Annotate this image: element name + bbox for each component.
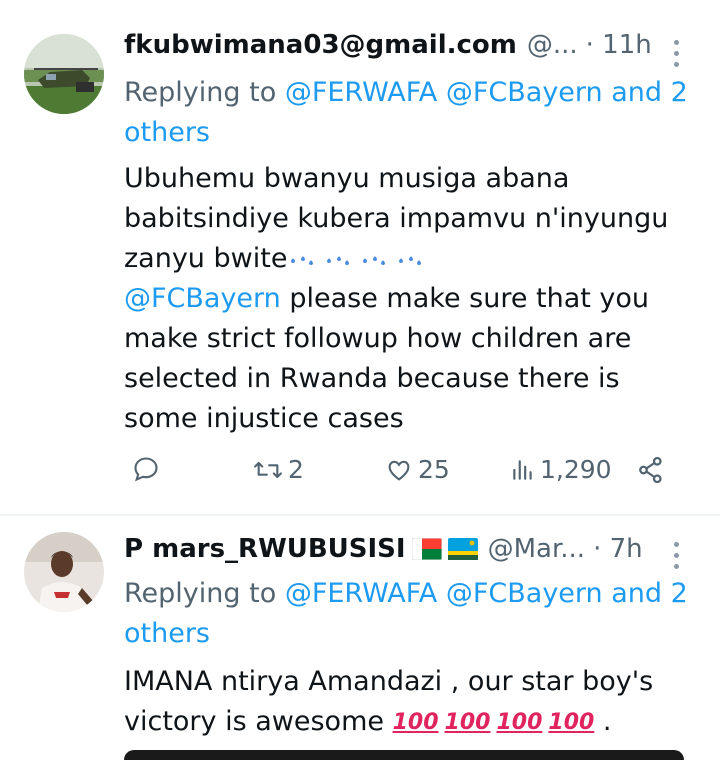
views-icon: [513, 459, 532, 480]
hundred-points-emoji: 100: [444, 709, 491, 735]
reply-icon: [134, 457, 158, 482]
hundred-points-emoji: 100: [548, 709, 595, 735]
tweet[interactable]: fkubwimana03@gmail.com @... · 11h Replyi…: [0, 0, 720, 514]
hundred-points-emoji: 100: [496, 709, 543, 735]
share-icon: [639, 456, 662, 484]
display-name[interactable]: P mars_RWUBUSISI: [124, 534, 406, 564]
views-button[interactable]: 1,290: [510, 455, 612, 484]
like-icon: [388, 460, 410, 481]
display-name[interactable]: fkubwimana03@gmail.com: [124, 30, 517, 60]
timestamp[interactable]: · 7h: [593, 534, 643, 564]
retweet-icon: [254, 461, 282, 478]
tweet-header: P mars_RWUBUSISI @Mar... · 7h: [124, 534, 643, 564]
view-count: 1,290: [540, 455, 612, 484]
tweet-actions: 2 25 1,290: [124, 455, 684, 499]
avatar[interactable]: [24, 532, 104, 612]
like-count: 25: [418, 455, 450, 484]
more-options-icon[interactable]: [674, 542, 682, 569]
retweet-button[interactable]: 2: [252, 455, 304, 484]
tweet[interactable]: P mars_RWUBUSISI @Mar... · 7h Replying t…: [0, 516, 720, 755]
sweat-drops-emoji: [287, 251, 423, 269]
user-handle[interactable]: @...: [527, 30, 578, 60]
replying-prefix: Replying to: [124, 77, 285, 108]
mention-link[interactable]: @FCBayern: [124, 283, 281, 314]
replying-prefix: Replying to: [124, 578, 285, 609]
retweet-count: 2: [288, 455, 304, 484]
replying-to: Replying to @FERWAFA @FCBayern and 2 oth…: [124, 73, 694, 153]
share-button[interactable]: [636, 455, 666, 485]
timestamp[interactable]: · 11h: [586, 30, 652, 60]
avatar[interactable]: [24, 34, 104, 114]
hundred-points-emoji: 100: [392, 709, 439, 735]
tweet-text: Ubuhemu bwanyu musiga abana babitsindiye…: [124, 159, 694, 439]
tweet-text-end: .: [594, 706, 612, 737]
reply-button[interactable]: [132, 455, 164, 483]
replying-to: Replying to @FERWAFA @FCBayern and 2 oth…: [124, 574, 694, 654]
profile-photo-avatar: [24, 532, 104, 612]
more-options-icon[interactable]: [674, 40, 682, 67]
hundred-points-emoji: 100 100 100 100: [393, 703, 595, 743]
helicopter-avatar: [24, 34, 104, 114]
madagascar-flag-icon: [411, 538, 442, 560]
user-handle[interactable]: @Mar...: [488, 534, 585, 564]
tweet-text: IMANA ntirya Amandazi , our star boy's v…: [124, 662, 694, 743]
tweet-header: fkubwimana03@gmail.com @... · 11h: [124, 30, 652, 60]
rwanda-flag-icon: [447, 538, 478, 560]
media-preview[interactable]: [124, 750, 684, 760]
like-button[interactable]: 25: [384, 455, 450, 484]
